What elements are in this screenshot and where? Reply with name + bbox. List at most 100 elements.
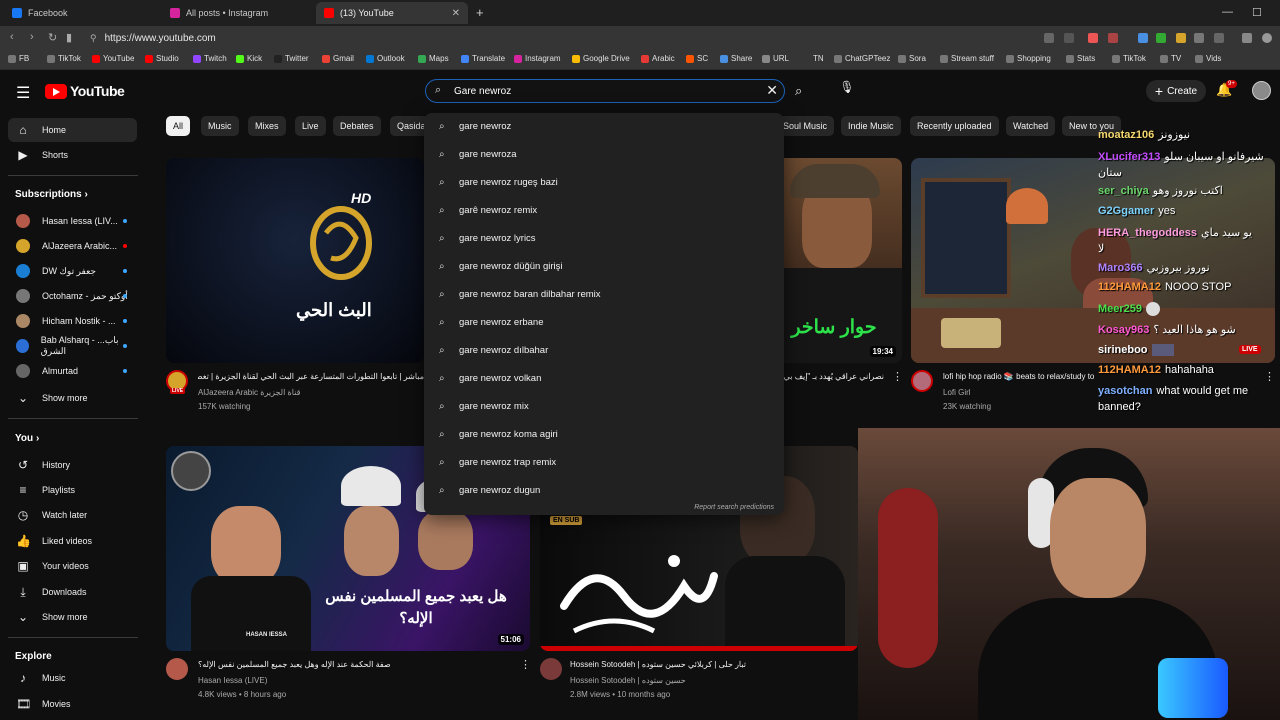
bookmark-twitch[interactable]: Twitch (193, 54, 227, 63)
suggestion-item[interactable]: ⌕ garê newroz remix (424, 197, 784, 223)
suggestion-item[interactable]: ⌕ gare newroz erbane (424, 309, 784, 335)
suggestion-item[interactable]: ⌕ gare newroz rugeş bazi (424, 169, 784, 195)
new-tab-button[interactable]: + (476, 5, 484, 20)
subscription-hicham-nostik[interactable]: Hicham Nostik - ... (8, 309, 137, 333)
video-title[interactable]: مباشر | تابعوا التطورات المتسارعة عبر ال… (198, 372, 424, 381)
bookmark-fb[interactable]: FB (8, 54, 29, 63)
sidebar-item-playlists[interactable]: ≡ Playlists (8, 478, 137, 502)
share-icon[interactable] (1064, 33, 1074, 43)
channel-name[interactable]: Hossein Sotoodeh | حسين ستوده (570, 676, 686, 685)
chip-all[interactable]: All (166, 116, 191, 136)
sidebar-item-your-videos[interactable]: ▣ Your videos (8, 554, 137, 578)
install-icon[interactable] (1044, 33, 1054, 43)
suggestion-item[interactable]: ⌕ gare newroza (424, 141, 784, 167)
chip-indie-music[interactable]: Indie Music (841, 116, 901, 136)
sidebar-item-home[interactable]: ⌂ Home (8, 118, 137, 142)
extension-icon[interactable] (1176, 33, 1186, 43)
clear-search-icon[interactable]: ✕ (766, 82, 778, 99)
show-more-you[interactable]: ⌄ Show more (8, 605, 137, 629)
sidebar-icon[interactable] (1214, 33, 1224, 43)
suggestion-item[interactable]: ⌕ gare newroz mix (424, 393, 784, 419)
url-text[interactable]: https://www.youtube.com (105, 33, 216, 44)
bookmark-tv[interactable]: TV (1160, 54, 1181, 63)
bookmark-maps[interactable]: Maps (418, 54, 449, 63)
address-bar[interactable]: ⚲ https://www.youtube.com (90, 29, 1020, 47)
extension-icon[interactable] (1138, 33, 1148, 43)
bookmark-arabic[interactable]: Arabic (641, 54, 675, 63)
tab-youtube[interactable]: (13) YouTube ✕ (316, 2, 468, 24)
bookmark-stream-stuff[interactable]: Stream stuff (940, 54, 994, 63)
sidebar-item-music[interactable]: ♪ Music (8, 666, 137, 690)
more-options-icon[interactable]: ⋮ (520, 658, 531, 671)
profile-icon[interactable] (1262, 33, 1272, 43)
reload-icon[interactable]: ↻ (48, 31, 57, 44)
suggestion-item[interactable]: ⌕ gare newroz dılbahar (424, 337, 784, 363)
channel-avatar[interactable] (911, 370, 933, 392)
chip-music[interactable]: Music (201, 116, 239, 136)
suggestion-item[interactable]: ⌕ gare newroz koma agiri (424, 421, 784, 447)
minimize-button[interactable]: — (1222, 6, 1233, 18)
voice-search-icon[interactable]: 🎙 (838, 80, 856, 100)
close-tab-icon[interactable]: ✕ (452, 8, 460, 19)
chip-watched[interactable]: Watched (1006, 116, 1056, 136)
video-thumbnail[interactable]: حوار ساخر 19:34 (784, 158, 902, 363)
bookmark-outlook[interactable]: Outlook (366, 54, 405, 63)
video-title[interactable]: Hossein Sotoodeh | تبار حلى | كربلائي حس… (570, 660, 830, 669)
video-title[interactable]: نصراني عراقي يُهدد بـ "إيف بي... (784, 372, 884, 381)
extension-icon[interactable] (1156, 33, 1166, 43)
bookmark-sora[interactable]: Sora (898, 54, 926, 63)
subscription-aljazeera[interactable]: AlJazeera Arabic... (8, 234, 137, 258)
report-search-predictions-link[interactable]: Report search predictions (694, 504, 774, 511)
bookmark-tiktok[interactable]: TikTok (47, 54, 81, 63)
subscription-dw[interactable]: DW جعفر توك (8, 259, 137, 283)
bookmark-google-drive[interactable]: Google Drive (572, 54, 630, 63)
create-button[interactable]: + Create (1146, 80, 1206, 102)
bookmark-youtube[interactable]: YouTube (92, 54, 134, 63)
search-box[interactable]: ⌕ ✕ (425, 79, 785, 103)
maximize-button[interactable]: ☐ (1252, 6, 1262, 19)
back-icon[interactable]: ‹ (10, 31, 14, 43)
sidebar-item-movies[interactable]: 🎞 Movies (8, 692, 137, 716)
sidebar-item-shorts[interactable]: ▶ Shorts (8, 143, 137, 167)
channel-name[interactable]: Hasan Iessa (LIVE) (198, 676, 267, 685)
suggestion-item[interactable]: ⌕ gare newroz baran dilbahar remix (424, 281, 784, 307)
suggestion-item[interactable]: ⌕ gare newroz trap remix (424, 449, 784, 475)
bookmark-share[interactable]: Share (720, 54, 752, 63)
bookmark-tiktok-2[interactable]: TikTok (1112, 54, 1146, 63)
tab-facebook[interactable]: Facebook (4, 2, 160, 24)
channel-avatar[interactable] (166, 658, 188, 680)
subscription-hasan-iessa[interactable]: Hasan Iessa (LIV... (8, 209, 137, 233)
subscriptions-heading[interactable]: Subscriptions › (15, 189, 88, 200)
channel-name[interactable]: AlJazeera Arabic قناة الجزيرة (198, 388, 300, 397)
search-button[interactable]: ⌕ (795, 83, 802, 99)
suggestion-item[interactable]: ⌕ gare newroz düğün girişi (424, 253, 784, 279)
sidebar-item-watch-later[interactable]: ◷ Watch later (8, 503, 137, 527)
youtube-logo[interactable]: YouTube (45, 83, 125, 99)
channel-name[interactable]: Lofi Girl (943, 388, 971, 397)
chip-debates[interactable]: Debates (333, 116, 381, 136)
bookmark-url[interactable]: URL (762, 54, 789, 63)
bookmark-icon[interactable]: ▮ (66, 31, 72, 44)
bookmark-twitter[interactable]: Twitter (274, 54, 309, 63)
suggestion-item[interactable]: ⌕ gare newroz (424, 113, 784, 139)
chip-soul-music[interactable]: Soul Music (776, 116, 835, 136)
extensions-puzzle-icon[interactable] (1194, 33, 1204, 43)
sidebar-item-downloads[interactable]: ⤓ Downloads (8, 580, 137, 604)
bookmark-translate[interactable]: Translate (461, 54, 505, 63)
chip-live[interactable]: Live (295, 116, 326, 136)
bookmark-vids[interactable]: Vids (1195, 54, 1221, 63)
bookmark-chatgpteez[interactable]: ChatGPTeez (834, 54, 890, 63)
search-input[interactable] (454, 83, 754, 99)
bookmark-kick[interactable]: Kick (236, 54, 262, 63)
extension-icon[interactable] (1088, 33, 1098, 43)
subscription-octohamz[interactable]: Octohamz - أوكتو حمز (8, 284, 137, 308)
bookmark-gmail[interactable]: Gmail (322, 54, 354, 63)
media-icon[interactable] (1242, 33, 1252, 43)
subscription-bab-alsharq[interactable]: Bab Alsharq - ...باب الشرق (8, 334, 137, 358)
chip-mixes[interactable]: Mixes (248, 116, 286, 136)
bookmark-shopping[interactable]: Shopping (1006, 54, 1051, 63)
suggestion-item[interactable]: ⌕ gare newroz dugun (424, 477, 784, 503)
bookmark-studio[interactable]: Studio (145, 54, 179, 63)
subscription-almurtad[interactable]: Almurtad (8, 359, 137, 383)
suggestion-item[interactable]: ⌕ gare newroz lyrics (424, 225, 784, 251)
